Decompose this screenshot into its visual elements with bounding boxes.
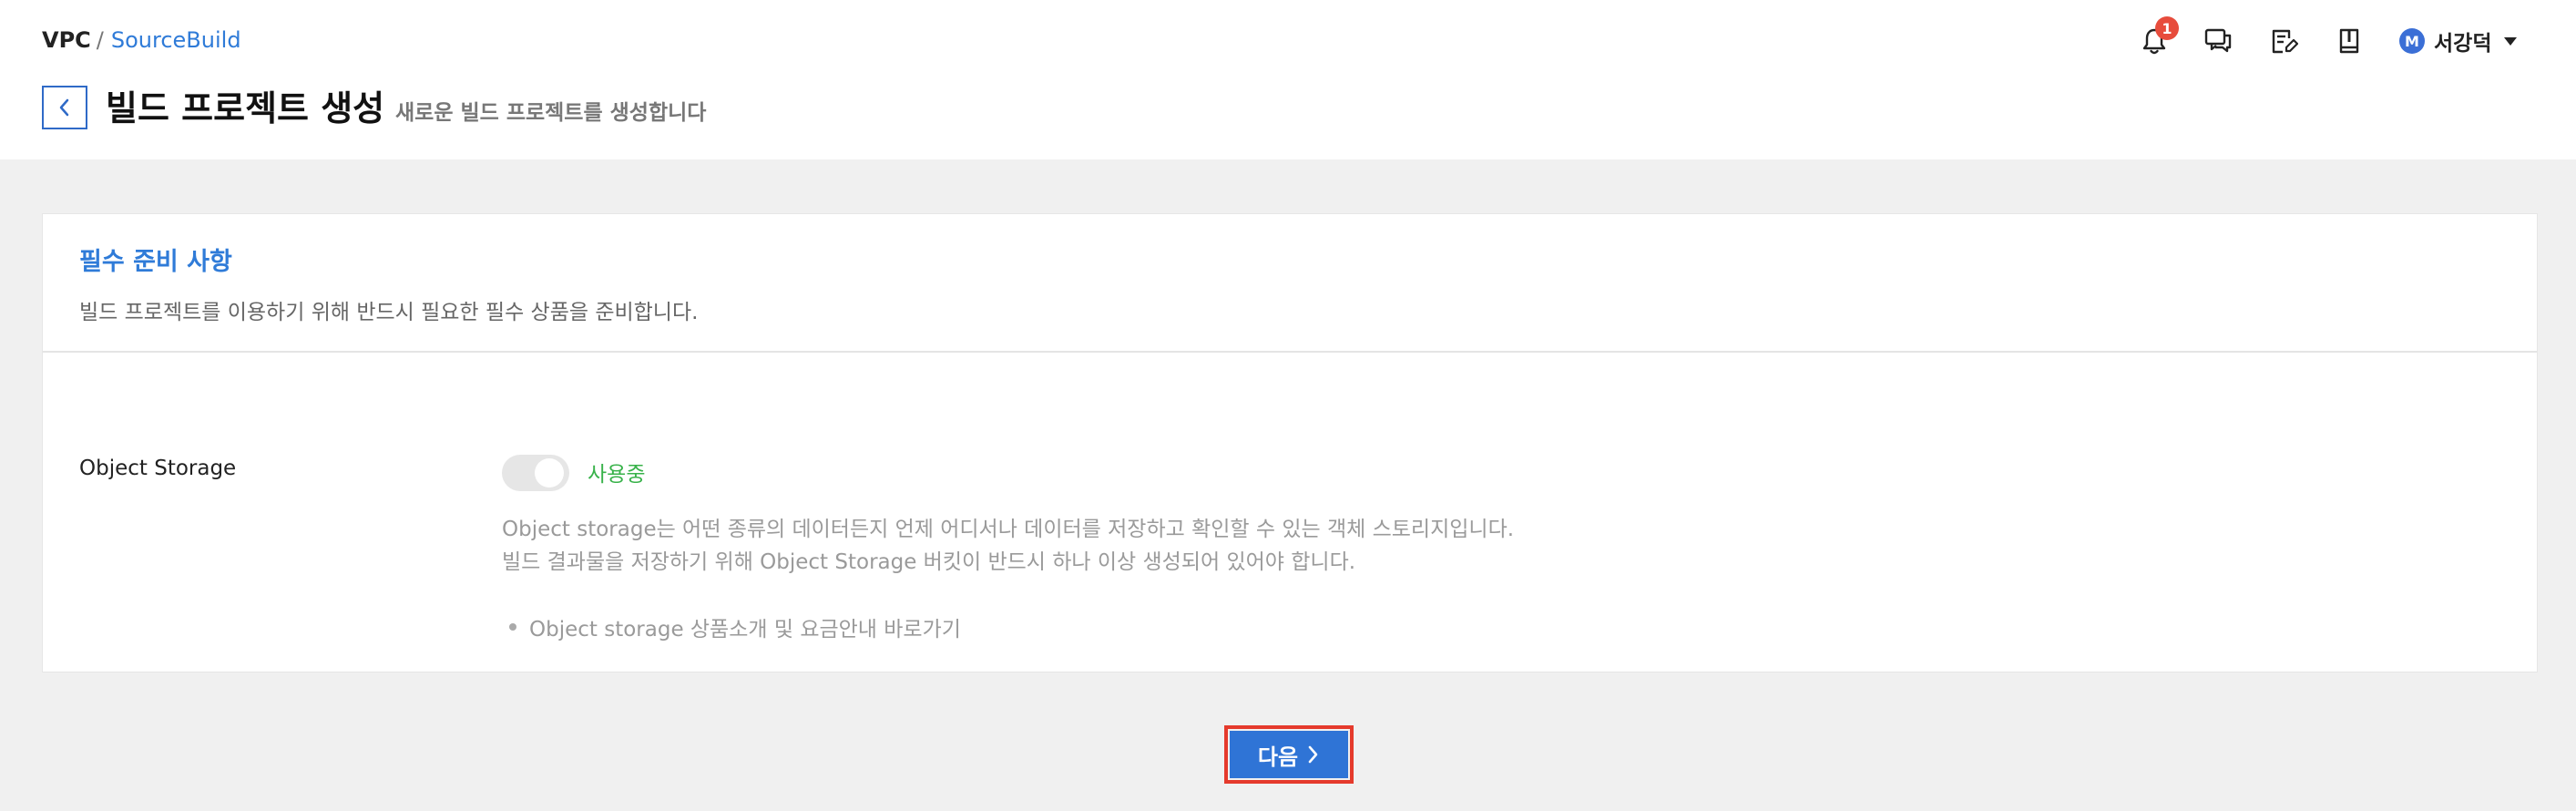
avatar: M	[2399, 28, 2425, 54]
object-storage-pricing-link[interactable]: Object storage 상품소개 및 요금안내 바로가기	[509, 611, 961, 642]
edit-note-icon	[2272, 29, 2298, 54]
object-storage-info-2: 빌드 결과물을 저장하기 위해 Object Storage 버킷이 반드시 하…	[502, 550, 1356, 574]
next-button-label: 다음	[1257, 744, 1299, 770]
manual-button[interactable]	[2332, 24, 2366, 58]
edit-note-button[interactable]	[2266, 24, 2301, 58]
page-title: 빌드 프로젝트 생성	[106, 88, 385, 128]
chevron-right-icon	[1308, 745, 1318, 764]
prerequisites-card: 필수 준비 사항 빌드 프로젝트를 이용하기 위해 반드시 필요한 필수 상품을…	[42, 213, 2538, 672]
pricing-link-text: Object storage 상품소개 및 요금안내 바로가기	[529, 618, 961, 642]
section-divider	[43, 351, 2537, 353]
section-title: 필수 준비 사항	[79, 248, 232, 276]
bullet-dot	[509, 623, 516, 631]
user-name: 서강덕	[2434, 32, 2492, 56]
object-storage-info-1: Object storage는 어떤 종류의 데이터든지 언제 어디서나 데이터…	[502, 518, 1515, 541]
object-storage-toggle[interactable]	[502, 455, 569, 491]
object-storage-label: Object Storage	[79, 457, 237, 480]
caret-down-icon	[2504, 37, 2518, 46]
object-storage-status: 사용중	[588, 463, 646, 487]
next-button-highlight: 다음	[1224, 725, 1354, 784]
breadcrumb: VPC / SourceBuild	[42, 27, 241, 53]
next-button[interactable]: 다음	[1230, 731, 1348, 778]
back-button[interactable]	[42, 86, 87, 129]
breadcrumb-current[interactable]: SourceBuild	[111, 27, 241, 53]
page-header: VPC / SourceBuild 빌드 프로젝트 생성 새로운 빌드 프로젝트…	[0, 0, 2576, 159]
notifications-button[interactable]: 1	[2137, 16, 2179, 58]
page-subtitle: 새로운 빌드 프로젝트를 생성합니다	[395, 101, 707, 125]
section-description: 빌드 프로젝트를 이용하기 위해 반드시 필요한 필수 상품을 준비합니다.	[79, 301, 699, 324]
chat-button[interactable]	[2201, 24, 2235, 58]
notification-badge: 1	[2155, 16, 2179, 40]
breadcrumb-separator: /	[96, 27, 104, 53]
toggle-knob	[535, 458, 564, 488]
breadcrumb-root[interactable]: VPC	[42, 27, 91, 53]
chat-icon	[2204, 28, 2232, 53]
user-menu[interactable]: M 서강덕	[2399, 26, 2519, 56]
book-icon	[2339, 28, 2359, 54]
chevron-left-icon	[59, 98, 69, 117]
